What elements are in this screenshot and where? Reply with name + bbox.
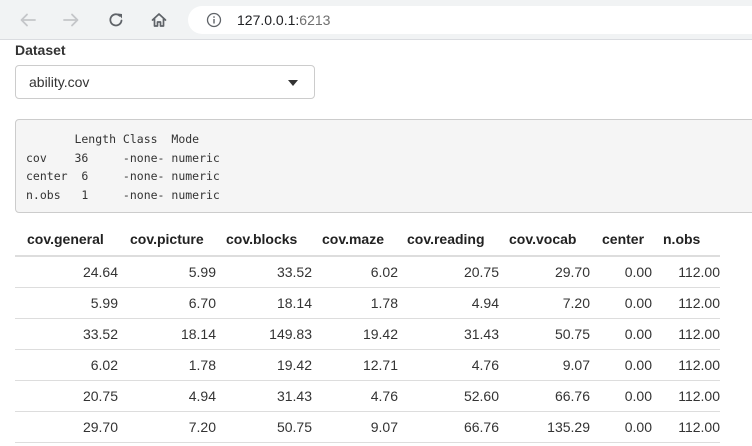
table-cell: 31.43 <box>398 318 499 350</box>
table-cell: 66.76 <box>499 380 590 412</box>
table-cell: 31.43 <box>216 380 312 412</box>
table-cell: 20.75 <box>398 256 499 288</box>
table-cell: 66.76 <box>398 411 499 443</box>
summary-line: Length Class Mode <box>26 132 220 146</box>
table-cell: 4.76 <box>398 349 499 381</box>
table-cell: 9.07 <box>312 411 398 443</box>
table-cell: 6.02 <box>312 256 398 288</box>
table-cell: 0.00 <box>590 318 652 350</box>
table-cell: 6.70 <box>118 287 216 319</box>
table-cell: 0.00 <box>590 380 652 412</box>
column-header: cov.picture <box>118 223 216 257</box>
table-cell: 149.83 <box>216 318 312 350</box>
table-cell: 1.78 <box>312 287 398 319</box>
table-cell: 18.14 <box>216 287 312 319</box>
url-port: 6213 <box>299 12 331 28</box>
table-cell: 112.00 <box>652 349 720 381</box>
home-button[interactable] <box>143 4 175 36</box>
table-cell: 18.14 <box>118 318 216 350</box>
table-row: 29.70 7.20 50.75 9.07 66.76 135.29 0.00 … <box>15 411 720 443</box>
table-cell: 4.94 <box>398 287 499 319</box>
table-row: 5.99 6.70 18.14 1.78 4.94 7.20 0.00 112.… <box>15 287 720 319</box>
column-header: cov.maze <box>312 223 398 257</box>
table-cell: 50.75 <box>216 411 312 443</box>
url-text: 127.0.0.1:6213 <box>237 12 330 28</box>
column-header: n.obs <box>652 223 720 257</box>
column-header: cov.vocab <box>499 223 590 257</box>
home-icon <box>151 13 167 27</box>
table-cell: 112.00 <box>652 318 720 350</box>
column-header: cov.blocks <box>216 223 312 257</box>
table-header-row: cov.general cov.picture cov.blocks cov.m… <box>15 223 720 257</box>
table-cell: 24.64 <box>15 256 118 288</box>
table-cell: 4.76 <box>312 380 398 412</box>
table-cell: 112.00 <box>652 287 720 319</box>
table-cell: 50.75 <box>499 318 590 350</box>
table-cell: 0.00 <box>590 411 652 443</box>
column-header: cov.reading <box>398 223 499 257</box>
browser-toolbar: 127.0.0.1:6213 <box>0 0 752 40</box>
table-cell: 112.00 <box>652 380 720 412</box>
table-cell: 7.20 <box>499 287 590 319</box>
table-row: 24.64 5.99 33.52 6.02 20.75 29.70 0.00 1… <box>15 256 720 288</box>
table-cell: 0.00 <box>590 256 652 288</box>
table-cell: 4.94 <box>118 380 216 412</box>
column-header: cov.general <box>15 223 118 257</box>
forward-button[interactable] <box>55 4 87 36</box>
table-row: 33.52 18.14 149.83 19.42 31.43 50.75 0.0… <box>15 318 720 350</box>
arrow-left-icon <box>20 13 36 27</box>
table-cell: 0.00 <box>590 287 652 319</box>
reload-button[interactable] <box>100 4 132 36</box>
reload-icon <box>109 13 123 27</box>
table-row: 20.75 4.94 31.43 4.76 52.60 66.76 0.00 1… <box>15 380 720 412</box>
table-cell: 135.29 <box>499 411 590 443</box>
table-cell: 20.75 <box>15 380 118 412</box>
table-cell: 5.99 <box>15 287 118 319</box>
table-cell: 5.99 <box>118 256 216 288</box>
table-cell: 52.60 <box>398 380 499 412</box>
table-cell: 112.00 <box>652 411 720 443</box>
table-cell: 33.52 <box>216 256 312 288</box>
table-cell: 0.00 <box>590 349 652 381</box>
summary-line: n.obs 1 -none- numeric <box>26 187 220 202</box>
table-cell: 29.70 <box>499 256 590 288</box>
data-table: cov.general cov.picture cov.blocks cov.m… <box>15 223 720 443</box>
caret-down-icon <box>288 80 298 86</box>
table-row: 6.02 1.78 19.42 12.71 4.76 9.07 0.00 112… <box>15 349 720 381</box>
dataset-select[interactable]: ability.cov <box>15 65 315 99</box>
page-content: Dataset ability.cov Length Class Mode co… <box>0 40 752 446</box>
arrow-right-icon <box>63 13 79 27</box>
table-cell: 7.20 <box>118 411 216 443</box>
dataset-selected-value: ability.cov <box>29 74 90 90</box>
table-cell: 19.42 <box>216 349 312 381</box>
table-cell: 33.52 <box>15 318 118 350</box>
table-cell: 6.02 <box>15 349 118 381</box>
info-icon[interactable] <box>206 12 222 28</box>
table-cell: 12.71 <box>312 349 398 381</box>
table-cell: 1.78 <box>118 349 216 381</box>
dataset-label: Dataset <box>15 42 66 58</box>
column-header: center <box>590 223 652 257</box>
url-host: 127.0.0.1: <box>237 12 300 28</box>
table-cell: 29.70 <box>15 411 118 443</box>
summary-line: center 6 -none- numeric <box>26 169 220 183</box>
table-cell: 112.00 <box>652 256 720 288</box>
summary-output: Length Class Mode cov 36 -none- numeric … <box>15 119 752 213</box>
address-bar[interactable]: 127.0.0.1:6213 <box>188 6 752 34</box>
table-cell: 9.07 <box>499 349 590 381</box>
table-cell: 19.42 <box>312 318 398 350</box>
back-button[interactable] <box>12 4 44 36</box>
summary-line: cov 36 -none- numeric <box>26 150 220 165</box>
